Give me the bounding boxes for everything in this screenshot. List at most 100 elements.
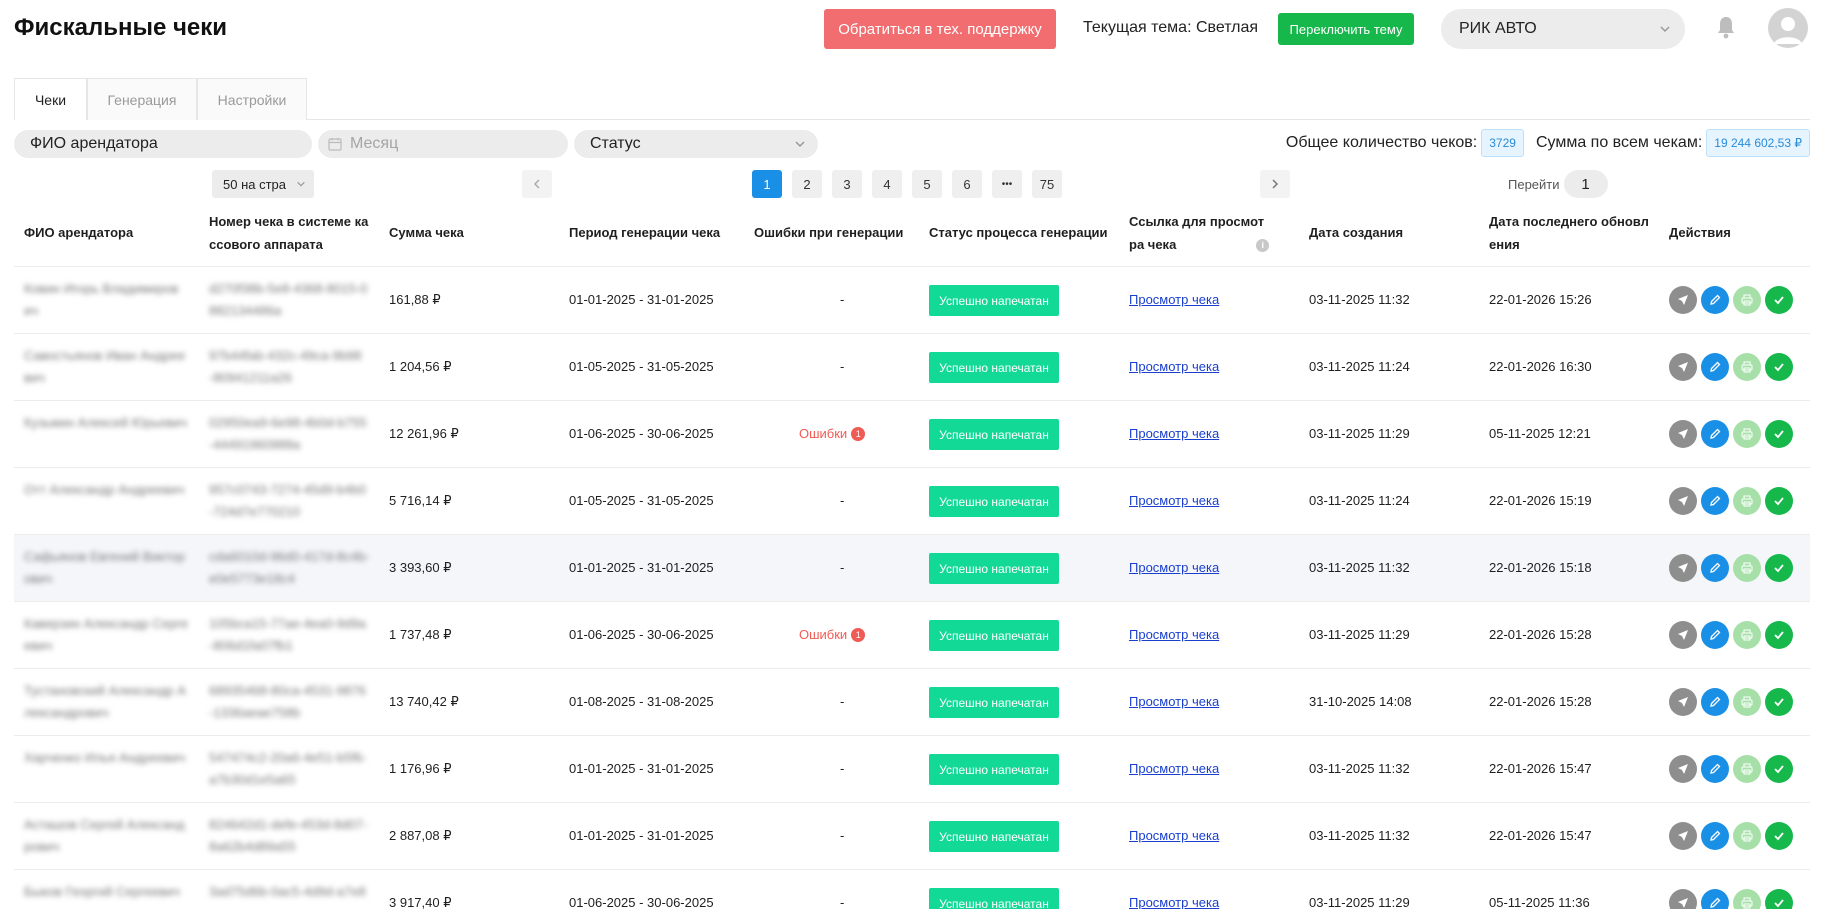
- month-filter[interactable]: Месяц: [318, 130, 568, 158]
- period-cell: 01-05-2025 - 31-05-2025: [569, 359, 714, 374]
- confirm-button[interactable]: [1765, 286, 1793, 314]
- page-button[interactable]: 2: [792, 170, 822, 198]
- print-button[interactable]: [1733, 889, 1761, 909]
- prev-page-button[interactable]: [522, 170, 552, 198]
- page-ellipsis-button[interactable]: •••: [992, 170, 1022, 198]
- view-receipt-link[interactable]: Просмотр чека: [1129, 761, 1219, 776]
- current-theme-label: Текущая тема: Светлая: [1083, 19, 1259, 36]
- column-header-actions: Действия: [1669, 225, 1731, 240]
- view-receipt-link[interactable]: Просмотр чека: [1129, 292, 1219, 307]
- amount-cell: 12 261,96 ₽: [389, 426, 459, 441]
- tenant-filter[interactable]: ФИО арендатора: [14, 130, 312, 158]
- row-actions: [1669, 889, 1797, 909]
- edit-button[interactable]: [1701, 286, 1729, 314]
- status-cell: Успешно напечатан: [929, 419, 1059, 450]
- view-receipt-link[interactable]: Просмотр чека: [1129, 895, 1219, 909]
- confirm-button[interactable]: [1765, 554, 1793, 582]
- status-filter-value: Статус: [590, 135, 641, 152]
- period-cell: 01-01-2025 - 31-01-2025: [569, 560, 714, 575]
- edit-button[interactable]: [1701, 554, 1729, 582]
- confirm-button[interactable]: [1765, 822, 1793, 850]
- send-icon: [1678, 898, 1688, 908]
- print-button[interactable]: [1733, 822, 1761, 850]
- send-button[interactable]: [1669, 286, 1697, 314]
- confirm-button[interactable]: [1765, 688, 1793, 716]
- print-button[interactable]: [1733, 420, 1761, 448]
- edit-button[interactable]: [1701, 621, 1729, 649]
- send-button[interactable]: [1669, 889, 1697, 909]
- organization-name: РИК АВТО: [1459, 20, 1537, 37]
- print-button[interactable]: [1733, 554, 1761, 582]
- send-button[interactable]: [1669, 353, 1697, 381]
- next-page-button[interactable]: [1260, 170, 1290, 198]
- confirm-button[interactable]: [1765, 353, 1793, 381]
- column-header-errors: Ошибки при генерации: [754, 225, 904, 240]
- view-receipt-link[interactable]: Просмотр чека: [1129, 359, 1219, 374]
- tenant-name-cell: Сафьянов Евгений Виктор ович: [24, 549, 185, 586]
- send-icon: [1678, 697, 1688, 707]
- info-icon[interactable]: i: [1256, 239, 1270, 253]
- view-receipt-link[interactable]: Просмотр чека: [1129, 560, 1219, 575]
- status-cell: Успешно напечатан: [929, 285, 1059, 316]
- status-filter[interactable]: Статус: [574, 130, 818, 158]
- send-button[interactable]: [1669, 487, 1697, 515]
- edit-button[interactable]: [1701, 822, 1729, 850]
- support-button[interactable]: Обратиться в тех. поддержку: [824, 9, 1056, 49]
- page-button[interactable]: 75: [1032, 170, 1062, 198]
- user-avatar[interactable]: [1768, 8, 1808, 48]
- confirm-button[interactable]: [1765, 420, 1793, 448]
- page-button[interactable]: 6: [952, 170, 982, 198]
- print-button[interactable]: [1733, 688, 1761, 716]
- view-receipt-link[interactable]: Просмотр чека: [1129, 694, 1219, 709]
- send-button[interactable]: [1669, 420, 1697, 448]
- edit-button[interactable]: [1701, 688, 1729, 716]
- page-size-select[interactable]: 50 на стра: [212, 170, 314, 198]
- edit-button[interactable]: [1701, 420, 1729, 448]
- chevron-right-icon: [1272, 179, 1279, 189]
- switch-theme-button[interactable]: Переключить тему: [1278, 13, 1414, 45]
- edit-button[interactable]: [1701, 353, 1729, 381]
- send-button[interactable]: [1669, 621, 1697, 649]
- column-header-receipt-number-line1: Номер чека в системе ка: [209, 214, 369, 229]
- send-button[interactable]: [1669, 755, 1697, 783]
- error-count-badge: 1: [851, 627, 866, 642]
- error-label: Ошибки: [799, 627, 848, 642]
- created-date-cell: 03-11-2025 11:29: [1309, 627, 1410, 642]
- send-button[interactable]: [1669, 688, 1697, 716]
- confirm-button[interactable]: [1765, 889, 1793, 909]
- print-button[interactable]: [1733, 286, 1761, 314]
- tab-settings[interactable]: Настройки: [197, 78, 307, 120]
- no-errors-text: -: [840, 761, 845, 776]
- bell-icon[interactable]: [1716, 15, 1736, 39]
- page-button[interactable]: 4: [872, 170, 902, 198]
- updated-date-cell: 22-01-2026 16:30: [1489, 359, 1592, 374]
- print-button[interactable]: [1733, 353, 1761, 381]
- confirm-button[interactable]: [1765, 621, 1793, 649]
- send-button[interactable]: [1669, 554, 1697, 582]
- page-button[interactable]: 1: [752, 170, 782, 198]
- printer-icon: [1741, 294, 1753, 306]
- print-button[interactable]: [1733, 621, 1761, 649]
- organization-select[interactable]: РИК АВТО: [1441, 9, 1685, 49]
- edit-button[interactable]: [1701, 487, 1729, 515]
- goto-page-input[interactable]: 1: [1563, 170, 1608, 198]
- tab-receipts[interactable]: Чеки: [14, 78, 87, 121]
- tab-generation[interactable]: Генерация: [87, 78, 197, 120]
- view-receipt-link[interactable]: Просмотр чека: [1129, 828, 1219, 843]
- view-receipt-link[interactable]: Просмотр чека: [1129, 426, 1219, 441]
- send-button[interactable]: [1669, 822, 1697, 850]
- column-header-receipt-number: Номер чека в системе ка ссового аппарата: [209, 210, 368, 256]
- edit-button[interactable]: [1701, 889, 1729, 909]
- edit-button[interactable]: [1701, 755, 1729, 783]
- confirm-button[interactable]: [1765, 755, 1793, 783]
- send-icon: [1678, 496, 1688, 506]
- page-button[interactable]: 5: [912, 170, 942, 198]
- created-date-cell: 03-11-2025 11:24: [1309, 493, 1410, 508]
- chevron-left-icon: [533, 179, 540, 189]
- view-receipt-link[interactable]: Просмотр чека: [1129, 493, 1219, 508]
- confirm-button[interactable]: [1765, 487, 1793, 515]
- print-button[interactable]: [1733, 755, 1761, 783]
- view-receipt-link[interactable]: Просмотр чека: [1129, 627, 1219, 642]
- print-button[interactable]: [1733, 487, 1761, 515]
- page-button[interactable]: 3: [832, 170, 862, 198]
